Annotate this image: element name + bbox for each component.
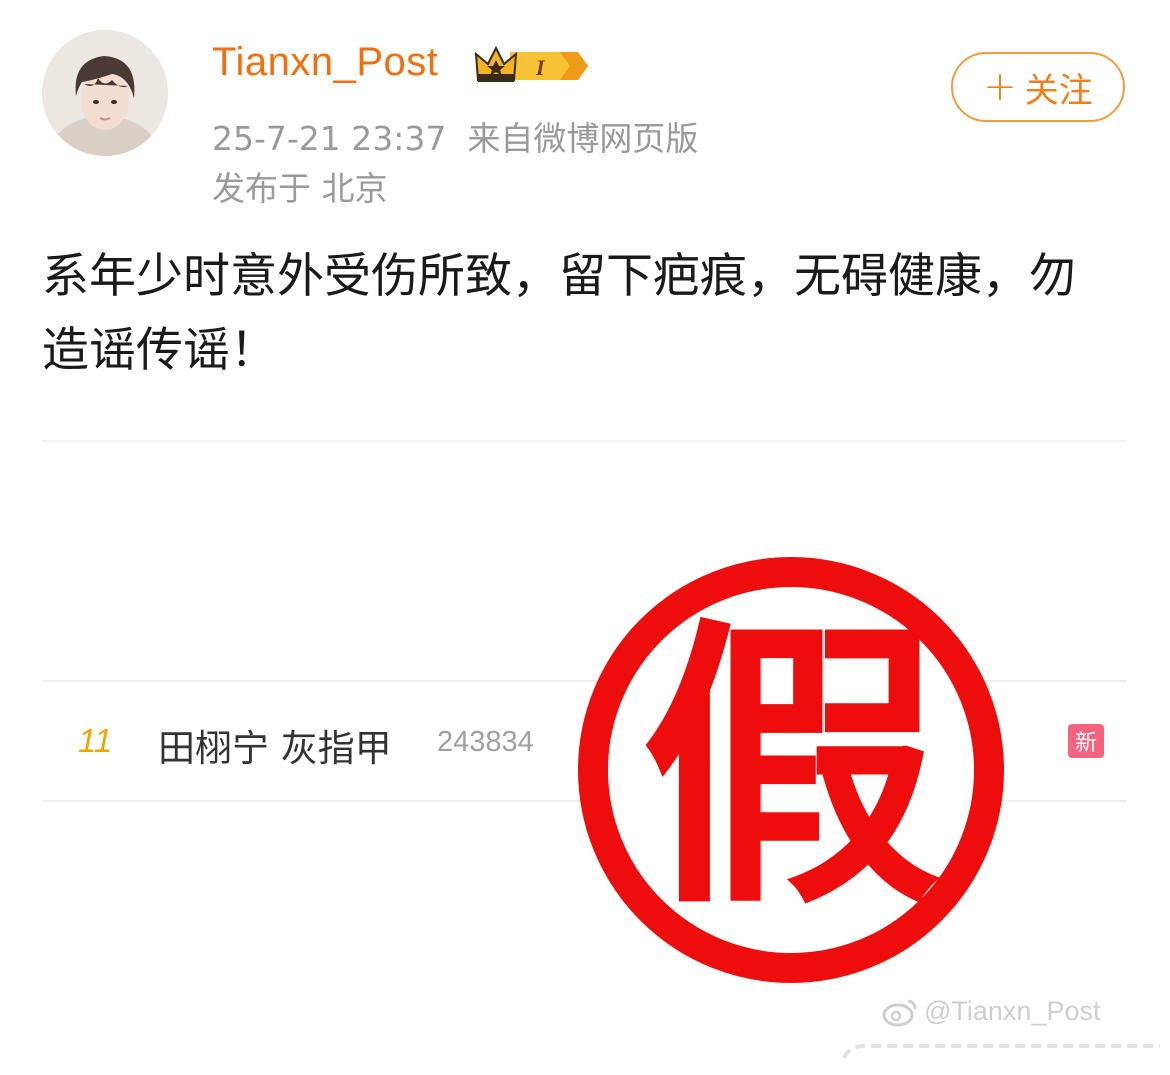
divider [42, 440, 1127, 442]
hot-rank: 11 [78, 722, 113, 759]
new-badge: 新 [1068, 724, 1104, 758]
vip-level: I [535, 55, 546, 80]
watermark-text: @Tianxn_Post [924, 996, 1101, 1026]
watermark: @Tianxn_Post [882, 996, 1101, 1027]
fake-stamp-text: 假 [641, 595, 941, 944]
weibo-logo-icon [882, 999, 917, 1026]
follow-button[interactable]: + 关注 [951, 52, 1125, 122]
hot-search-count: 243834 [437, 726, 534, 758]
avatar[interactable] [42, 30, 168, 156]
crown-vip-icon[interactable]: I [474, 44, 592, 88]
post-timestamp[interactable]: 25-7-21 23:37 [212, 119, 446, 158]
username[interactable]: Tianxn_Post [212, 40, 438, 85]
post-meta: 25-7-21 23:37 来自微博网页版 [212, 112, 698, 160]
post-source: 来自微博网页版 [467, 119, 699, 158]
post-location: 发布于 北京 [212, 169, 388, 208]
hot-search-title: 田栩宁 灰指甲 [158, 727, 392, 770]
watermark-decoration [842, 1043, 1160, 1059]
post-text: 系年少时意外受伤所致，留下疤痕，无碍健康，勿造谣传谣！ [42, 249, 1076, 378]
plus-icon: + [983, 64, 1017, 110]
follow-label: 关注 [1024, 70, 1093, 111]
